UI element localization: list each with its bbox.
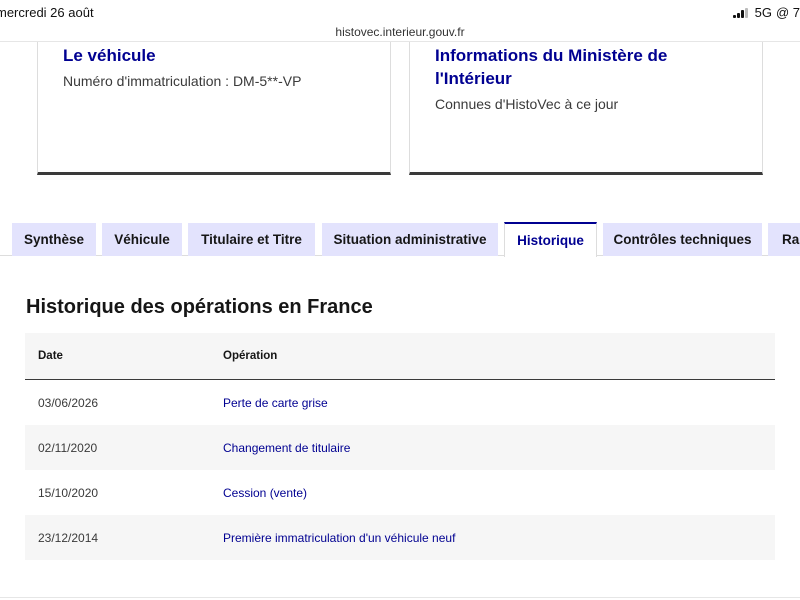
- row-operation: Perte de carte grise: [223, 395, 328, 410]
- column-header-date: Date: [38, 350, 63, 362]
- signal-strength-icon: [732, 7, 748, 18]
- status-indicators: 5G @ 7: [732, 5, 800, 20]
- row-operation: Changement de titulaire: [223, 440, 351, 455]
- tab-synthese[interactable]: Synthèse: [12, 223, 96, 256]
- row-date: 15/10/2020: [38, 485, 99, 500]
- tab-list: Synthèse Véhicule Titulaire et Titre Sit…: [0, 222, 800, 257]
- row-operation: Cession (vente): [223, 485, 308, 500]
- table-row: 03/06/2026 Perte de carte grise: [25, 380, 775, 425]
- network-type: 5G: [754, 5, 772, 20]
- tab-controles-techniques[interactable]: Contrôles techniques: [603, 223, 762, 256]
- table-row: 23/12/2014 Première immatriculation d'un…: [25, 515, 775, 560]
- url-bar[interactable]: histovec.interieur.gouv.fr: [0, 25, 800, 39]
- card-title: Informations du Ministère de l'Intérieur: [435, 46, 668, 88]
- tab-situation-administrative[interactable]: Situation administrative: [322, 223, 498, 256]
- row-date: 23/12/2014: [38, 530, 99, 545]
- status-date: mercredi 26 août: [0, 5, 94, 20]
- tab-vehicule[interactable]: Véhicule: [102, 223, 182, 256]
- history-table: Date Opération 03/06/2026 Perte de carte…: [25, 333, 775, 560]
- tab-historique[interactable]: Historique: [504, 222, 597, 257]
- registration-number: Numéro d'immatriculation : DM-5**-VP: [63, 73, 302, 89]
- status-extra: @ 7: [775, 5, 800, 20]
- page-title: Historique des opérations en France: [26, 296, 373, 318]
- vehicle-card: Le véhicule Numéro d'immatriculation : D…: [37, 42, 391, 175]
- row-operation: Première immatriculation d'un véhicule n…: [223, 530, 456, 545]
- column-header-operation: Opération: [223, 350, 278, 362]
- table-header: Date Opération: [25, 333, 775, 380]
- divider: [0, 597, 800, 598]
- tab-rapport[interactable]: Rap: [768, 223, 800, 256]
- tab-titulaire-et-titre[interactable]: Titulaire et Titre: [188, 223, 315, 256]
- table-row: 02/11/2020 Changement de titulaire: [25, 425, 775, 470]
- row-date: 02/11/2020: [38, 440, 98, 455]
- card-subtitle: Connues d'HistoVec à ce jour: [435, 96, 619, 112]
- card-title: Le véhicule: [63, 46, 156, 65]
- ministry-info-card: Informations du Ministère de l'Intérieur…: [409, 42, 763, 175]
- status-bar: mercredi 26 août 5G @ 7: [0, 0, 800, 24]
- table-row: 15/10/2020 Cession (vente): [25, 470, 775, 515]
- row-date: 03/06/2026: [38, 395, 99, 410]
